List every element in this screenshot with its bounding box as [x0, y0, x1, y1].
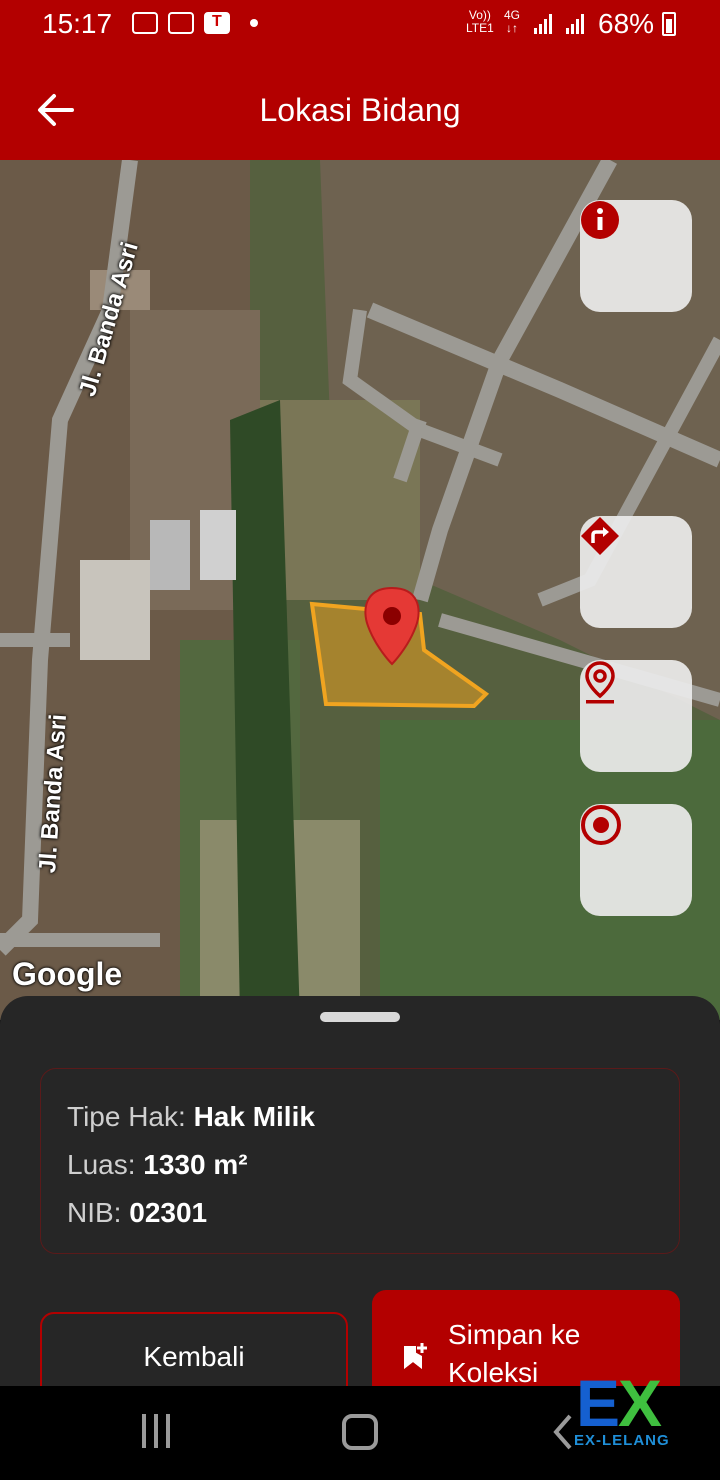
bookmark-add-icon [404, 1343, 427, 1369]
app-bar: Lokasi Bidang [0, 50, 720, 160]
nav-back-icon[interactable] [550, 1412, 574, 1452]
page-title: Lokasi Bidang [259, 92, 461, 128]
location-button[interactable] [580, 660, 692, 772]
status-bar: 15:17 Vo)) LTE1 4G ↓↑ 68% [0, 0, 720, 50]
image-icon [168, 12, 194, 34]
nib-label: NIB: [67, 1197, 122, 1228]
signal-icon [534, 12, 552, 34]
lte-label: LTE1 [466, 21, 494, 35]
drag-handle[interactable] [320, 1012, 400, 1022]
watermark-logo: EX [576, 1370, 662, 1436]
recent-apps-icon[interactable] [142, 1414, 170, 1448]
battery-icon [662, 12, 676, 36]
bottom-sheet: Tipe Hak: Hak Milik Luas: 1330 m² NIB: 0… [0, 996, 720, 1402]
info-button[interactable] [580, 200, 692, 312]
watermark-text: EX-LELANG [574, 1432, 670, 1449]
location-pin-icon [585, 661, 615, 704]
status-time: 15:17 [42, 8, 113, 39]
rights-type-label: Tipe Hak: [67, 1101, 186, 1132]
network-generation-indicator: 4G ↓↑ [504, 9, 520, 35]
watermark-logo-e: E [576, 1366, 620, 1440]
satellite-map[interactable]: Jl. Banda Asri Jl. Banda Asri Google [0, 160, 720, 1020]
home-icon[interactable] [342, 1414, 378, 1450]
google-attribution: Google [12, 956, 123, 992]
more-notifications-icon [250, 19, 258, 27]
ex-lelang-watermark: EX EX-LELANG [572, 1370, 694, 1454]
directions-button[interactable] [580, 516, 692, 628]
data-arrows-label: ↓↑ [506, 21, 518, 35]
message-icon [132, 12, 158, 34]
nib-row: NIB: 02301 [67, 1197, 207, 1229]
my-location-button[interactable] [580, 804, 692, 916]
directions-icon [581, 517, 619, 555]
battery-percentage: 68% [598, 8, 655, 39]
area-value: 1330 m² [143, 1149, 248, 1180]
notification-icons [132, 12, 258, 34]
target-icon [581, 805, 621, 845]
parcel-info-card: Tipe Hak: Hak Milik Luas: 1330 m² NIB: 0… [40, 1068, 680, 1254]
app-notification-icon [204, 12, 230, 34]
info-icon [581, 201, 619, 239]
signal-icon-2 [566, 12, 584, 34]
rights-type-value: Hak Milik [193, 1101, 315, 1132]
watermark-logo-x: X [618, 1366, 662, 1440]
rights-type-row: Tipe Hak: Hak Milik [67, 1101, 315, 1133]
area-label: Luas: [67, 1149, 136, 1180]
volte-indicator: Vo)) LTE1 [466, 9, 494, 35]
nib-value: 02301 [129, 1197, 208, 1228]
area-row: Luas: 1330 m² [67, 1149, 248, 1181]
